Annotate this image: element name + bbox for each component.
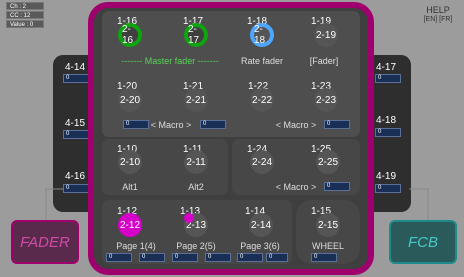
master-fader-label: ------- Master fader ------- <box>121 56 219 66</box>
wheel-value: 0 <box>311 253 337 262</box>
alt2-label: Alt2 <box>188 182 204 192</box>
macro-knob-5[interactable]: 2-24 <box>250 150 274 174</box>
macro-knob-3[interactable]: 2-22 <box>250 88 274 112</box>
knob-label-2-18: 2-18 <box>254 24 266 46</box>
macro-knob-4[interactable]: 2-23 <box>314 88 338 112</box>
knob-label-2-14: 2-14 <box>250 219 271 231</box>
macro-knob-2[interactable]: 2-21 <box>184 88 208 112</box>
page1-knob[interactable]: 2-12 <box>118 213 142 237</box>
macro-knob-1[interactable]: 2-20 <box>118 88 142 112</box>
knob-label-2-10: 2-10 <box>119 156 140 168</box>
knob-label-2-23: 2-23 <box>315 94 336 106</box>
knob-label-2-22: 2-22 <box>251 94 272 106</box>
master-knob-1[interactable]: 2-16 <box>118 23 142 47</box>
knob-label-2-21: 2-21 <box>185 94 206 106</box>
page2-indicator <box>184 213 194 223</box>
fader-knob[interactable]: 2-19 <box>314 23 338 47</box>
alt2-knob[interactable]: 2-11 <box>184 150 208 174</box>
knob-label-2-20: 2-20 <box>119 94 140 106</box>
macro-left-value-2: 0 <box>200 120 226 129</box>
macro-left-selector[interactable]: < Macro > <box>143 120 199 130</box>
fcb-button[interactable]: FCB <box>389 220 457 264</box>
page3-value-1: 0 <box>237 253 263 262</box>
page2-label: Page 2(5) <box>176 241 216 251</box>
alt1-label: Alt1 <box>122 182 138 192</box>
knob-label-2-19: 2-19 <box>315 29 336 41</box>
knob-label-2-12: 2-12 <box>119 219 140 231</box>
fader-label: [Fader] <box>309 56 339 66</box>
macro-right-value: 0 <box>324 120 350 129</box>
wheel-label: WHEEL <box>311 241 344 251</box>
page3-value-2: 0 <box>266 253 288 262</box>
macro-right-selector[interactable]: < Macro > <box>268 120 324 130</box>
page1-value-2: 0 <box>139 253 165 262</box>
macro-knob-6[interactable]: 2-25 <box>316 150 340 174</box>
page2-value-1: 0 <box>172 253 198 262</box>
page3-knob[interactable]: 2-14 <box>249 213 273 237</box>
fader-button[interactable]: FADER <box>11 220 79 264</box>
alt1-knob[interactable]: 2-10 <box>118 150 142 174</box>
page3-label: Page 3(6) <box>240 241 280 251</box>
knob-label-2-25: 2-25 <box>317 156 338 168</box>
macro3-value: 0 <box>324 182 350 191</box>
page2-value-2: 0 <box>205 253 231 262</box>
knob-label-2-11: 2-11 <box>186 156 206 168</box>
knob-label-2-24: 2-24 <box>251 156 272 168</box>
page1-label: Page 1(4) <box>116 241 156 251</box>
knob-label-2-16: 2-16 <box>122 24 134 46</box>
master-knob-2[interactable]: 2-17 <box>184 23 208 47</box>
knob-label-2-17: 2-17 <box>188 24 200 46</box>
rate-knob[interactable]: 2-18 <box>250 23 274 47</box>
macro3-selector[interactable]: < Macro > <box>268 182 324 192</box>
page1-value-1: 0 <box>106 253 132 262</box>
rate-fader-label: Rate fader <box>240 56 284 66</box>
knob-label-2-15: 2-15 <box>317 219 338 231</box>
wheel-knob[interactable]: 2-15 <box>316 213 340 237</box>
